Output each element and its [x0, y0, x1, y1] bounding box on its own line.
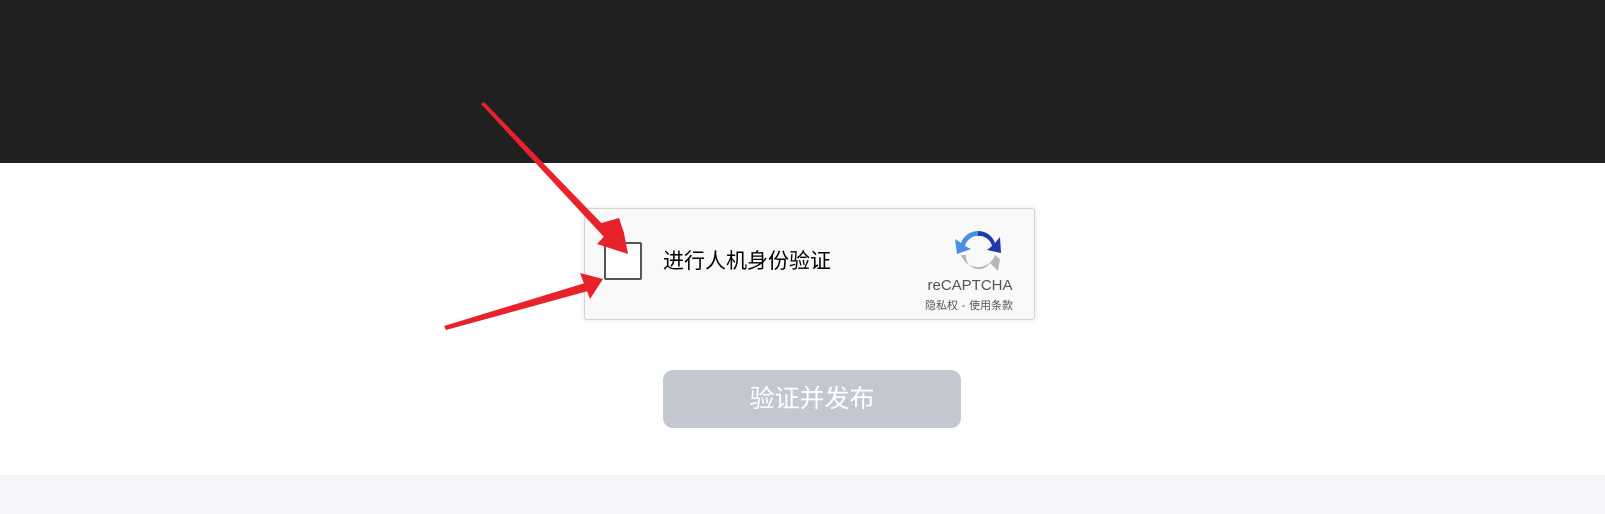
- terms-link[interactable]: 使用条款: [969, 299, 1013, 312]
- privacy-link[interactable]: 隐私权: [925, 299, 958, 312]
- recaptcha-checkbox[interactable]: [604, 242, 642, 280]
- verify-publish-button[interactable]: 验证并发布: [663, 370, 961, 428]
- recaptcha-logo-svg: [955, 230, 1001, 271]
- recaptcha-widget: 进行人机身份验证 reCAPTCHA 隐私权 - 使用条款: [584, 208, 1035, 320]
- page: 进行人机身份验证 reCAPTCHA 隐私权 - 使用条款 验证并发布: [0, 0, 1605, 514]
- top-dark-area: [0, 0, 1605, 163]
- recaptcha-label: 进行人机身份验证: [663, 249, 831, 273]
- links-separator: -: [958, 299, 969, 312]
- recaptcha-logo-icon: [954, 225, 1002, 273]
- recaptcha-links: 隐私权 - 使用条款: [907, 299, 1031, 313]
- recaptcha-brand: reCAPTCHA: [927, 277, 1013, 294]
- footer-strip: [0, 475, 1605, 514]
